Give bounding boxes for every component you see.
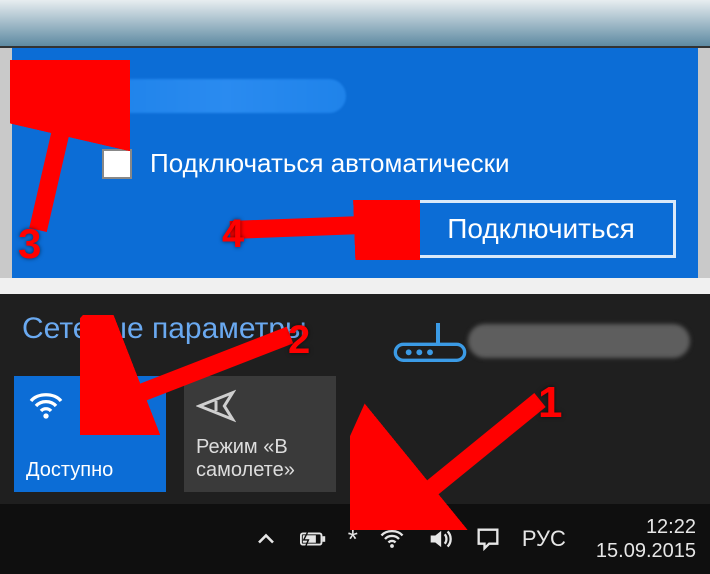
wifi-tile-label: Доступно <box>26 459 154 482</box>
autoconnect-label: Подключаться автоматически <box>150 148 510 179</box>
battery-icon[interactable] <box>300 525 328 553</box>
network-ssid-redacted <box>106 79 346 113</box>
current-network-redacted <box>468 324 690 358</box>
wifi-tile[interactable]: Доступно <box>14 376 166 492</box>
wifi-signal-icon <box>32 68 88 124</box>
connect-button[interactable]: Подключиться <box>406 200 676 258</box>
airplane-tile-label: Режим «В самолете» <box>196 436 324 482</box>
quick-action-tiles: Доступно Режим «В самолете» <box>14 376 336 492</box>
router-icon <box>390 320 470 366</box>
network-settings-panel: Сетевые параметры Доступно <box>0 294 710 504</box>
clock-date: 15.09.2015 <box>596 539 696 563</box>
autoconnect-checkbox[interactable] <box>102 149 132 179</box>
wifi-network-panel[interactable]: Подключаться автоматически Подключиться <box>12 48 698 278</box>
airplane-mode-tile[interactable]: Режим «В самолете» <box>184 376 336 492</box>
tray-clock[interactable]: 12:22 15.09.2015 <box>586 515 696 563</box>
connect-button-label: Подключиться <box>447 213 635 245</box>
airplane-icon <box>196 386 324 426</box>
volume-icon[interactable] <box>426 525 454 553</box>
network-header <box>32 68 678 124</box>
taskbar: * РУС 12:22 15.09.2015 <box>0 504 710 574</box>
network-settings-title: Сетевые параметры <box>22 312 307 346</box>
wifi-icon <box>26 386 154 426</box>
language-indicator[interactable]: РУС <box>522 526 566 552</box>
action-center-icon[interactable] <box>474 525 502 553</box>
desktop-background-strip <box>0 0 710 48</box>
autoconnect-row[interactable]: Подключаться автоматически <box>102 148 678 179</box>
tray-overflow-icon[interactable] <box>252 525 280 553</box>
system-tray: * РУС 12:22 15.09.2015 <box>252 515 696 563</box>
network-tray-icon[interactable] <box>378 525 406 553</box>
wifi-asterisk: * <box>348 524 358 555</box>
clock-time: 12:22 <box>596 515 696 539</box>
separator <box>0 278 710 294</box>
